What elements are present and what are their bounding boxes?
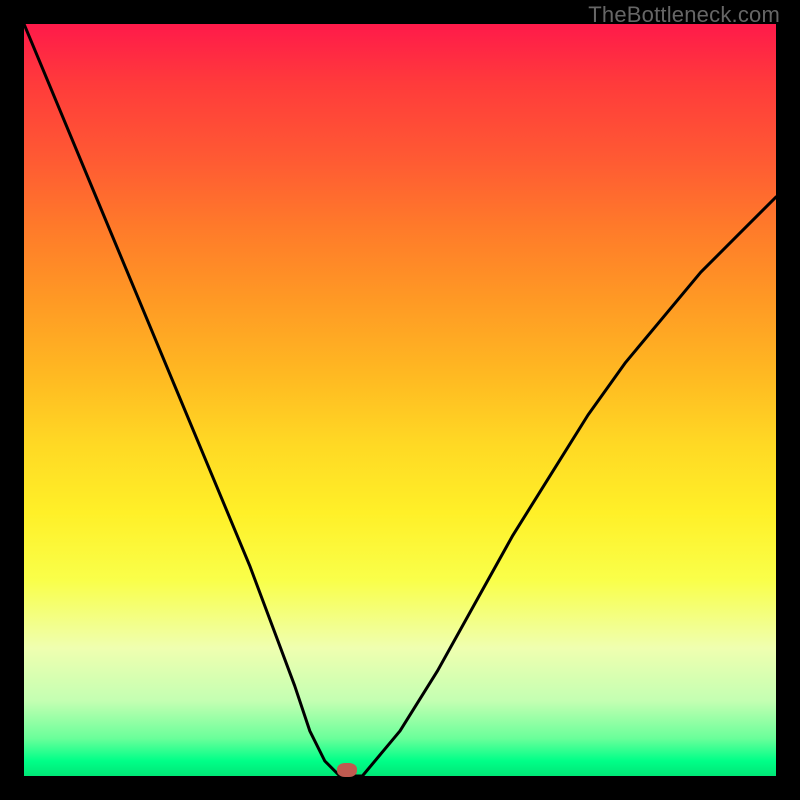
- optimal-point-marker: [337, 763, 357, 777]
- watermark-text: TheBottleneck.com: [588, 2, 780, 28]
- bottleneck-curve-line: [24, 24, 776, 776]
- chart-container: TheBottleneck.com: [0, 0, 800, 800]
- plot-area: [24, 24, 776, 776]
